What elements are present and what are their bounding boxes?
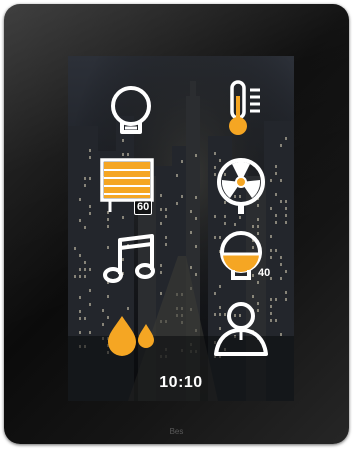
lighting-tile[interactable] [98, 80, 164, 146]
lightbulb-icon [111, 86, 151, 134]
music-note-icon [103, 234, 155, 283]
touch-screen: 60 40 10:10 [68, 56, 294, 401]
irrigation-tile[interactable] [100, 302, 166, 368]
thermostat-panel-device: 60 40 10:10 Bes [4, 4, 349, 444]
user-profile-tile[interactable] [208, 296, 274, 362]
water-drops-icon [108, 316, 154, 356]
audio-tile[interactable] [98, 228, 164, 294]
clock-display: 10:10 [159, 374, 203, 391]
ventilation-fan-icon [217, 158, 265, 214]
blinds-tile[interactable]: 60 [96, 154, 162, 220]
dimmer-tile[interactable]: 40 [208, 224, 274, 290]
dimmer-level-badge: 40 [258, 267, 271, 279]
temperature-tile[interactable] [210, 76, 276, 142]
brand-logo: Bes [169, 427, 184, 436]
blinds-icon [100, 158, 154, 212]
ventilation-tile[interactable] [208, 152, 274, 218]
dimmer-lamp-icon [220, 231, 262, 280]
thermometer-icon [229, 80, 260, 135]
blinds-position-badge: 60 [134, 200, 153, 215]
user-profile-icon [214, 302, 268, 356]
